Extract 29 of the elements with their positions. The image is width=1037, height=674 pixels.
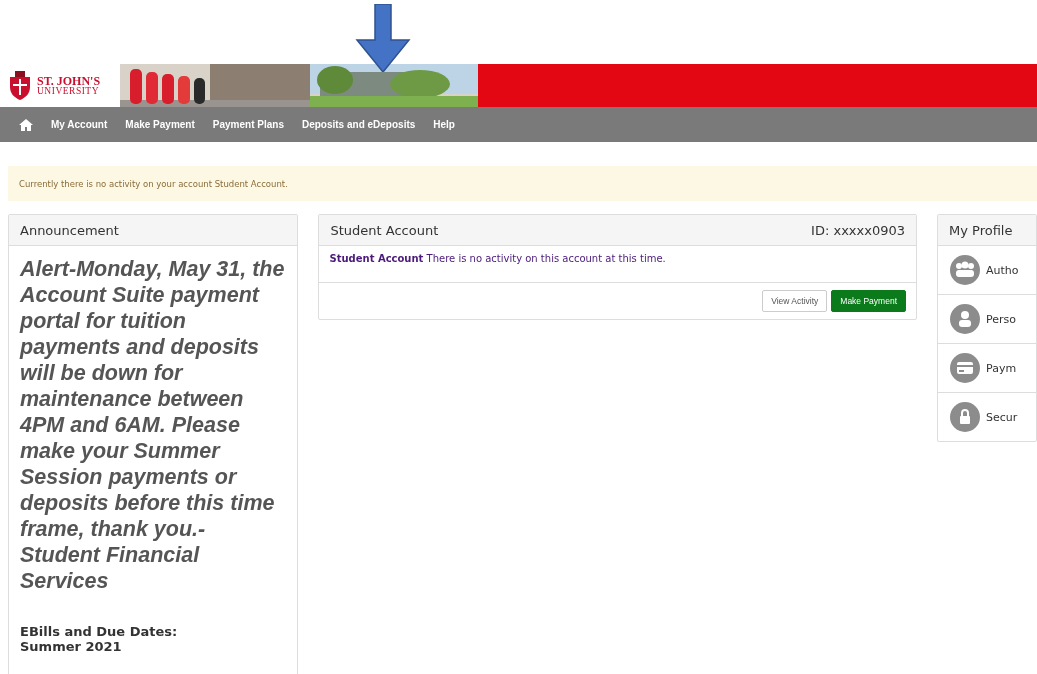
profile-link[interactable]: Autho — [986, 263, 1019, 277]
shield-icon — [8, 70, 32, 101]
alert-text: Currently there is no activity on your account Student Account. — [19, 178, 288, 189]
nav-link[interactable]: Payment Plans — [212, 119, 284, 130]
nav-link[interactable]: Make Payment — [125, 119, 195, 130]
profile-link[interactable]: Paym — [986, 361, 1017, 375]
make-payment-button[interactable]: Make Payment — [831, 290, 906, 312]
down-arrow — [353, 4, 413, 72]
announcement-text: Alert-Monday, May 31, the Account Suite payment portal for tuition payments and deposits will be down for maintenance between 4PM and 6AM. Please make your Summer Session payments or deposits before this time frame, thank you.- Student Financial Services — [20, 256, 286, 594]
panel-title: My Profile — [949, 222, 1013, 238]
nav-link[interactable]: My Account — [51, 119, 108, 130]
nav-link[interactable]: Help — [433, 119, 455, 130]
panel-title: Student Account — [330, 222, 439, 238]
view-activity-button[interactable]: View Activity — [762, 290, 828, 312]
profile-link[interactable]: Secur — [986, 410, 1018, 424]
people-icon[interactable] — [950, 255, 980, 285]
account-message: Student Account There is no activity on this account at this time. — [329, 253, 666, 264]
person-icon[interactable] — [950, 304, 980, 334]
profile-link[interactable]: Perso — [986, 312, 1016, 326]
logo-title: ST. JOHN'S — [37, 74, 101, 87]
nav-link[interactable]: Deposits and eDeposits — [301, 119, 416, 130]
account-id: ID: xxxxx0903 — [811, 222, 905, 238]
term-label: Summer 2021 — [20, 639, 123, 654]
section-heading: EBills and Due Dates: — [20, 624, 179, 639]
home-icon[interactable] — [19, 118, 33, 131]
panel-title: Announcement — [20, 222, 119, 238]
lock-icon[interactable] — [950, 402, 980, 432]
card-icon[interactable] — [950, 353, 980, 383]
logo-subtitle: UNIVERSITY — [37, 86, 100, 97]
